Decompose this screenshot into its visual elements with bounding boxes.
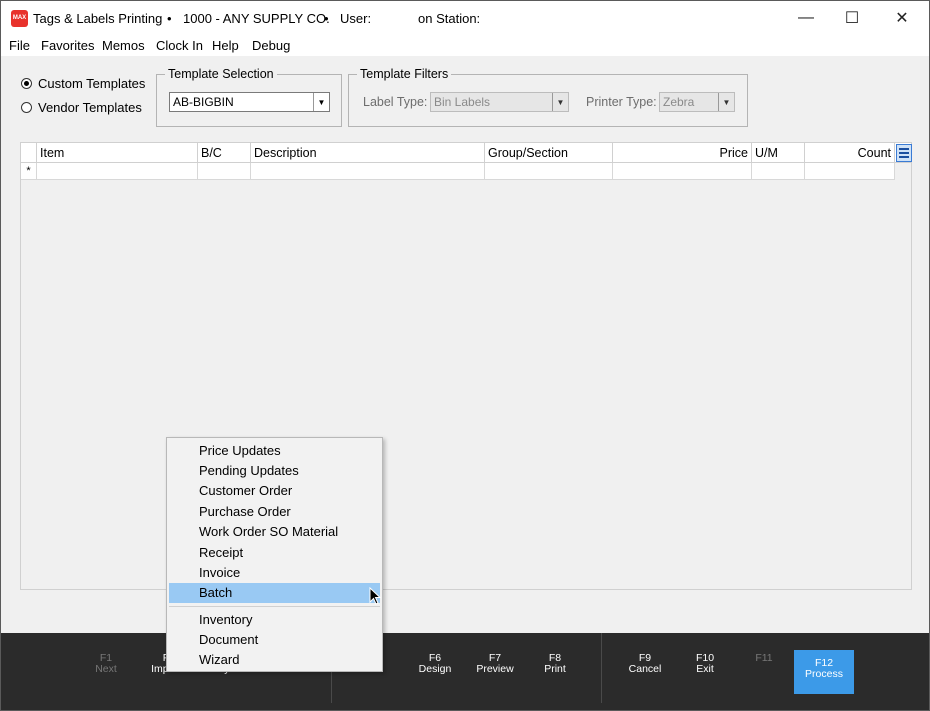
template-filters-legend: Template Filters: [357, 67, 452, 81]
close-button[interactable]: ✕: [879, 1, 925, 35]
column-header-description[interactable]: Description: [251, 143, 485, 163]
cell-bc[interactable]: [198, 163, 251, 180]
menu-item-batch[interactable]: Batch: [169, 583, 380, 603]
menu-item-pending-updates[interactable]: Pending Updates: [169, 461, 380, 481]
column-header-group-section[interactable]: Group/Section: [485, 143, 613, 163]
fkey-code: F11: [755, 652, 773, 664]
column-header-bc[interactable]: B/C: [198, 143, 251, 163]
f6-design-button[interactable]: F6 Design: [405, 653, 465, 675]
menu-item-batch-label: Batch: [199, 585, 233, 600]
fkey-label: Next: [95, 663, 117, 675]
menu-item-work-order-so-material[interactable]: Work Order SO Material: [169, 522, 380, 542]
fkey-label: Cancel: [628, 663, 662, 675]
fkey-label: Process: [805, 668, 843, 680]
chevron-down-icon[interactable]: ▼: [718, 93, 734, 111]
items-grid: Item B/C Description Group/Section Price…: [20, 142, 912, 590]
f10-exit-button[interactable]: F10 Exit: [675, 653, 735, 675]
function-key-bar: F1Next FImport Style Folders F6Design F7…: [1, 633, 929, 710]
menu-item-price-updates[interactable]: Price Updates: [169, 441, 380, 461]
station-label: on Station:: [418, 11, 481, 26]
mouse-pointer-icon: [369, 587, 381, 605]
row-selector-header: [21, 143, 37, 163]
printer-type-label: Printer Type:: [586, 95, 657, 109]
menu-favorites[interactable]: Favorites: [41, 38, 94, 53]
template-selection-group: Template Selection AB-BIGBIN ▼: [156, 67, 342, 127]
menu-item-purchase-order[interactable]: Purchase Order: [169, 502, 380, 522]
menu-item-receipt[interactable]: Receipt: [169, 543, 380, 563]
table-row[interactable]: *: [21, 163, 895, 180]
title-bullet: •: [167, 11, 172, 26]
f8-print-button[interactable]: F8 Print: [525, 653, 585, 675]
template-selection-legend: Template Selection: [165, 67, 277, 81]
maximize-button[interactable]: ☐: [829, 1, 875, 35]
menu-clock-in[interactable]: Clock In: [156, 38, 203, 53]
vendor-templates-radio[interactable]: Vendor Templates: [21, 100, 142, 115]
title-bar: MAX Tags & Labels Printing • 1000 - ANY …: [1, 1, 929, 35]
menu-memos[interactable]: Memos: [102, 38, 145, 53]
menu-item-inventory[interactable]: Inventory: [169, 610, 380, 630]
minimize-button[interactable]: —: [783, 1, 829, 35]
chevron-down-icon[interactable]: ▼: [313, 93, 329, 111]
f11-button[interactable]: F11: [734, 653, 794, 664]
template-selection-combo[interactable]: AB-BIGBIN ▼: [169, 92, 330, 112]
title-bullet: •: [324, 11, 329, 26]
menu-separator: [169, 606, 380, 607]
print-source-context-menu: Price Updates Pending Updates Customer O…: [166, 437, 383, 672]
grid-header: Item B/C Description Group/Section Price…: [21, 143, 912, 163]
menu-item-customer-order[interactable]: Customer Order: [169, 481, 380, 501]
custom-templates-radio[interactable]: Custom Templates: [21, 76, 145, 91]
cell-group-section[interactable]: [485, 163, 613, 180]
fkey-label: Print: [544, 663, 566, 675]
radio-unselected-icon: [21, 102, 32, 113]
maximize-icon: ☐: [844, 10, 860, 27]
grid-menu-icon[interactable]: [896, 144, 912, 162]
fkey-label: Preview: [476, 663, 514, 675]
f12-process-button[interactable]: F12 Process: [794, 650, 854, 694]
menu-item-wizard[interactable]: Wizard: [169, 650, 380, 670]
radio-selected-icon: [21, 78, 32, 89]
minimize-icon: —: [798, 9, 814, 26]
company-name: 1000 - ANY SUPPLY CO.: [183, 11, 330, 26]
app-logo-icon: MAX: [11, 10, 28, 27]
column-header-um[interactable]: U/M: [752, 143, 805, 163]
printer-type-combo[interactable]: Zebra ▼: [659, 92, 735, 112]
custom-templates-label: Custom Templates: [38, 76, 146, 91]
label-type-combo[interactable]: Bin Labels ▼: [430, 92, 569, 112]
cell-item[interactable]: [37, 163, 198, 180]
template-selection-value: AB-BIGBIN: [173, 95, 234, 109]
fkey-label: Exit: [696, 663, 714, 675]
chevron-down-icon[interactable]: ▼: [552, 93, 568, 111]
menu-item-document[interactable]: Document: [169, 630, 380, 650]
f1-next-button[interactable]: F1 Next: [76, 653, 136, 675]
user-label: User:: [340, 11, 372, 26]
new-row-marker: *: [21, 163, 37, 180]
cell-count[interactable]: [805, 163, 895, 180]
fkey-label: Design: [418, 663, 452, 675]
f7-preview-button[interactable]: F7 Preview: [465, 653, 525, 675]
fkey-divider: [601, 633, 602, 703]
menu-debug[interactable]: Debug: [252, 38, 290, 53]
menu-file[interactable]: File: [9, 38, 30, 53]
column-header-item[interactable]: Item: [37, 143, 198, 163]
template-filters-group: Template Filters Label Type: Bin Labels …: [348, 67, 748, 127]
close-icon: ✕: [895, 10, 909, 27]
label-type-value: Bin Labels: [434, 95, 491, 109]
menu-bar: File Favorites Memos Clock In Help Debug: [1, 35, 929, 56]
main-content: Custom Templates Vendor Templates Templa…: [1, 56, 929, 633]
menu-help[interactable]: Help: [212, 38, 239, 53]
column-header-count[interactable]: Count: [805, 143, 895, 163]
app-title: Tags & Labels Printing: [33, 11, 163, 26]
cell-price[interactable]: [613, 163, 752, 180]
printer-type-value: Zebra: [663, 95, 695, 109]
cell-description[interactable]: [251, 163, 485, 180]
column-header-price[interactable]: Price: [613, 143, 752, 163]
vendor-templates-label: Vendor Templates: [38, 100, 142, 115]
app-window: MAX Tags & Labels Printing • 1000 - ANY …: [0, 0, 930, 711]
label-type-label: Label Type:: [363, 95, 428, 109]
menu-item-invoice[interactable]: Invoice: [169, 563, 380, 583]
cell-um[interactable]: [752, 163, 805, 180]
f9-cancel-button[interactable]: F9 Cancel: [615, 653, 675, 675]
